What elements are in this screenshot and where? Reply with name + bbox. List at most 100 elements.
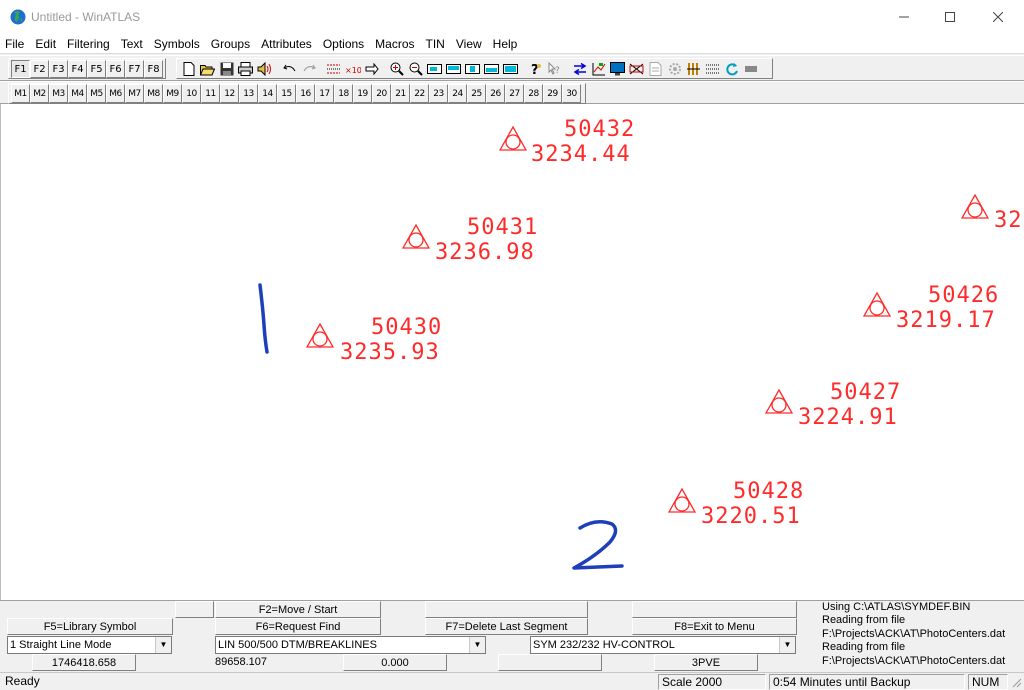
resize-grip-icon[interactable] (1010, 676, 1022, 688)
macro-key-button[interactable]: 19 (353, 84, 372, 103)
grid-button[interactable] (324, 60, 343, 78)
minimize-button[interactable] (881, 0, 927, 34)
save-button[interactable] (217, 60, 236, 78)
sound-button[interactable] (255, 60, 274, 78)
macro-key-button[interactable]: 15 (277, 84, 296, 103)
menu-filtering[interactable]: Filtering (67, 37, 115, 51)
move-arrow-button[interactable] (362, 60, 381, 78)
macro-key-button[interactable]: 14 (258, 84, 277, 103)
macro-key-button[interactable]: 20 (372, 84, 391, 103)
print-button[interactable] (236, 60, 255, 78)
macro-key-button[interactable]: 27 (505, 84, 524, 103)
macro-key-button[interactable]: 10 (182, 84, 201, 103)
macro-key-button[interactable]: 25 (467, 84, 486, 103)
f7-key-button[interactable]: F7 (125, 60, 144, 78)
redo-button[interactable] (299, 60, 318, 78)
f2-key-button[interactable]: F2 (30, 60, 49, 78)
close-button[interactable] (975, 0, 1021, 34)
menu-options[interactable]: Options (323, 37, 369, 51)
menu-tin[interactable]: TIN (426, 37, 450, 51)
settings-button[interactable] (665, 60, 684, 78)
document-button[interactable] (646, 60, 665, 78)
macro-key-button[interactable]: 29 (543, 84, 562, 103)
blank-button[interactable] (632, 601, 797, 618)
hv-control-triangle-symbol[interactable] (402, 224, 430, 250)
macro-key-button[interactable]: 11 (201, 84, 220, 103)
line-type-select[interactable]: LIN 500/500 DTM/BREAKLINES ▼ (215, 636, 486, 654)
hv-control-triangle-symbol[interactable] (668, 488, 696, 514)
menu-edit[interactable]: Edit (35, 37, 61, 51)
macro-key-button[interactable]: M7 (125, 84, 144, 103)
layers-button[interactable] (627, 60, 646, 78)
macro-key-button[interactable]: 28 (524, 84, 543, 103)
macro-key-button[interactable]: 26 (486, 84, 505, 103)
macro-key-button[interactable]: M6 (106, 84, 125, 103)
hv-control-triangle-symbol[interactable] (499, 126, 527, 152)
macro-key-button[interactable]: M5 (87, 84, 106, 103)
zoom-out-button[interactable] (406, 60, 425, 78)
menu-symbols[interactable]: Symbols (154, 37, 205, 51)
f6-key-button[interactable]: F6 (106, 60, 125, 78)
f8-exit-to-menu-button[interactable]: F8=Exit to Menu (632, 618, 797, 635)
hv-control-triangle-symbol[interactable] (863, 292, 891, 318)
dotgrid-button[interactable] (703, 60, 722, 78)
chevron-down-icon[interactable]: ▼ (779, 637, 795, 653)
f8-key-button[interactable]: F8 (144, 60, 163, 78)
macro-key-button[interactable]: M3 (49, 84, 68, 103)
chevron-down-icon[interactable]: ▼ (155, 637, 171, 653)
view-1-button[interactable] (425, 60, 444, 78)
zoom-in-button[interactable] (387, 60, 406, 78)
columns-button[interactable] (684, 60, 703, 78)
f5-library-symbol-button[interactable]: F5=Library Symbol (7, 618, 173, 635)
undo-button[interactable] (280, 60, 299, 78)
hv-control-triangle-symbol[interactable] (765, 389, 793, 415)
macro-key-button[interactable]: 17 (315, 84, 334, 103)
symbol-select[interactable]: SYM 232/232 HV-CONTROL ▼ (530, 636, 796, 654)
context-help-button[interactable]: ? (545, 60, 564, 78)
help-button[interactable]: ? (526, 60, 545, 78)
delete-button[interactable]: ×10 (343, 60, 362, 78)
f3-key-button[interactable]: F3 (49, 60, 68, 78)
blank-button[interactable] (425, 601, 588, 618)
macro-key-button[interactable]: 30 (562, 84, 581, 103)
macro-key-button[interactable]: 22 (410, 84, 429, 103)
f7-delete-last-segment-button[interactable]: F7=Delete Last Segment (425, 618, 588, 635)
new-file-button[interactable] (179, 60, 198, 78)
f2-move-start-button[interactable]: F2=Move / Start (215, 601, 381, 618)
refresh-button[interactable] (722, 60, 741, 78)
view-4-button[interactable] (482, 60, 501, 78)
hv-control-triangle-symbol[interactable] (961, 194, 989, 220)
menu-view[interactable]: View (456, 37, 487, 51)
chart-button[interactable] (589, 60, 608, 78)
macro-key-button[interactable]: 21 (391, 84, 410, 103)
view-3-button[interactable] (463, 60, 482, 78)
swap-button[interactable] (570, 60, 589, 78)
macro-key-button[interactable]: 12 (220, 84, 239, 103)
macro-key-button[interactable]: 16 (296, 84, 315, 103)
menu-text[interactable]: Text (121, 37, 148, 51)
macro-key-button[interactable]: 13 (239, 84, 258, 103)
menu-groups[interactable]: Groups (211, 37, 255, 51)
minus-button[interactable] (741, 60, 760, 78)
macro-key-button[interactable]: 24 (448, 84, 467, 103)
f4-key-button[interactable]: F4 (68, 60, 87, 78)
macro-key-button[interactable]: M8 (144, 84, 163, 103)
macro-key-button[interactable]: 18 (334, 84, 353, 103)
macro-key-button[interactable]: M9 (163, 84, 182, 103)
menu-help[interactable]: Help (493, 37, 523, 51)
menu-file[interactable]: File (5, 37, 29, 51)
blank-button[interactable] (175, 601, 214, 618)
macro-key-button[interactable]: M2 (30, 84, 49, 103)
f1-key-button[interactable]: F1 (11, 60, 30, 78)
macro-key-button[interactable]: M4 (68, 84, 87, 103)
macro-key-button[interactable]: 23 (429, 84, 448, 103)
macro-key-button[interactable]: M1 (11, 84, 30, 103)
menu-attributes[interactable]: Attributes (261, 37, 317, 51)
open-button[interactable] (198, 60, 217, 78)
maximize-button[interactable] (927, 0, 973, 34)
view-5-button[interactable] (501, 60, 520, 78)
f6-request-find-button[interactable]: F6=Request Find (215, 618, 381, 635)
view-2-button[interactable] (444, 60, 463, 78)
chevron-down-icon[interactable]: ▼ (469, 637, 485, 653)
hv-control-triangle-symbol[interactable] (306, 323, 334, 349)
